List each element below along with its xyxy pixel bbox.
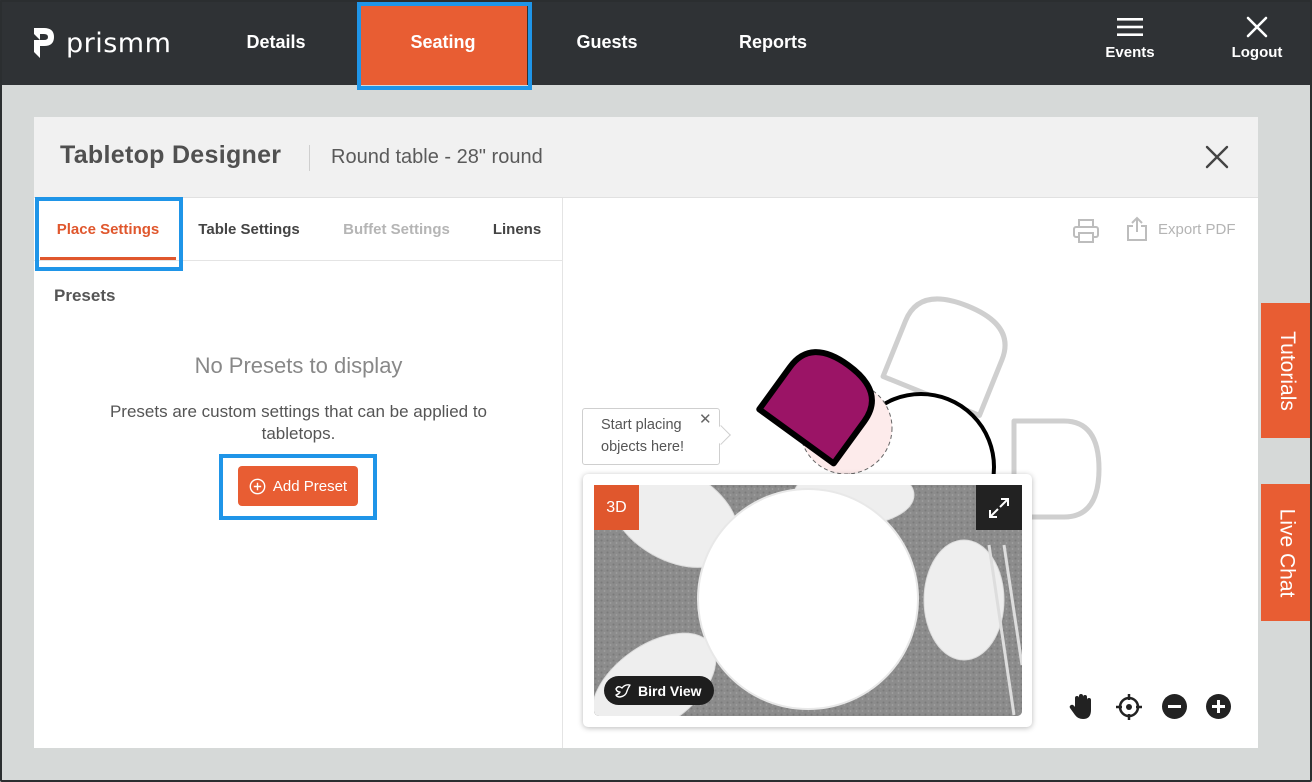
settings-tabs: Place Settings Table Settings Buffet Set… xyxy=(34,198,563,261)
tab-buffet-settings[interactable]: Buffet Settings xyxy=(329,198,464,261)
recenter-icon[interactable] xyxy=(1115,693,1143,721)
brand-logo[interactable]: prismm xyxy=(32,26,171,60)
events-button[interactable]: Events xyxy=(1090,16,1170,61)
tab-buffet-settings-label: Buffet Settings xyxy=(343,221,450,238)
events-label: Events xyxy=(1105,44,1155,61)
tab-table-settings-label: Table Settings xyxy=(198,221,300,238)
tabletop-designer-dialog: Tabletop Designer Round table - 28" roun… xyxy=(34,117,1258,748)
add-preset-label: Add Preset xyxy=(272,477,348,495)
nav-seating[interactable]: Seating xyxy=(359,0,527,85)
start-placing-tooltip: Start placing objects here! ✕ xyxy=(582,408,731,465)
tab-place-settings[interactable]: Place Settings xyxy=(40,198,176,261)
bird-view-label: Bird View xyxy=(638,682,702,699)
zoom-in-icon[interactable] xyxy=(1205,693,1232,720)
nav-reports-label: Reports xyxy=(738,32,807,52)
nav-reports[interactable]: Reports xyxy=(693,0,853,85)
live-chat-tab[interactable]: Live Chat xyxy=(1261,484,1312,621)
bird-view-button[interactable]: Bird View xyxy=(604,676,714,705)
dialog-subtitle: Round table - 28" round xyxy=(331,146,543,168)
top-navigation: prismm Details Seating Guests Reports Ev… xyxy=(0,0,1312,85)
close-icon xyxy=(1246,16,1268,38)
nav-details-label: Details xyxy=(246,32,306,52)
nav-guests[interactable]: Guests xyxy=(527,0,687,85)
pan-hand-icon[interactable] xyxy=(1068,693,1094,721)
dialog-title: Tabletop Designer xyxy=(60,141,282,169)
nav-seating-label: Seating xyxy=(410,32,476,52)
tutorials-label: Tutorials xyxy=(1275,330,1299,411)
add-preset-button[interactable]: Add Preset xyxy=(238,466,358,506)
nav-guests-label: Guests xyxy=(576,32,638,52)
prismm-logo-icon xyxy=(34,28,54,58)
tab-place-settings-label: Place Settings xyxy=(56,221,160,238)
logout-label: Logout xyxy=(1231,44,1283,61)
expand-button[interactable] xyxy=(976,485,1022,530)
tab-linens-label: Linens xyxy=(492,221,542,238)
tooltip-text: Start placing objects here! xyxy=(601,417,685,455)
active-tab-underline xyxy=(40,257,176,260)
hamburger-menu-icon xyxy=(1117,18,1143,36)
presets-heading: Presets xyxy=(54,286,116,305)
dialog-header: Tabletop Designer Round table - 28" roun… xyxy=(34,117,1258,198)
tutorials-tab[interactable]: Tutorials xyxy=(1261,303,1312,438)
empty-state-title: No Presets to display xyxy=(194,353,403,378)
design-canvas[interactable]: Export PDF Start placing objects here! ✕… xyxy=(564,198,1258,748)
tab-linens[interactable]: Linens xyxy=(482,198,552,261)
logout-button[interactable]: Logout xyxy=(1217,16,1297,61)
zoom-out-icon[interactable] xyxy=(1161,693,1188,720)
tab-table-settings[interactable]: Table Settings xyxy=(184,198,314,261)
plus-circle-icon xyxy=(249,478,266,494)
title-divider xyxy=(309,145,310,171)
bird-icon xyxy=(615,683,631,698)
preview-3d-panel: 3D Bird View xyxy=(583,474,1032,727)
dialog-close-icon[interactable] xyxy=(1204,144,1230,170)
tooltip-close-icon[interactable]: ✕ xyxy=(699,412,712,428)
brand-name: prismm xyxy=(66,27,172,59)
empty-state-description: Presets are custom settings that can be … xyxy=(109,402,488,443)
live-chat-label: Live Chat xyxy=(1275,508,1299,597)
badge-3d[interactable]: 3D xyxy=(594,485,639,530)
settings-panel: Place Settings Table Settings Buffet Set… xyxy=(34,198,563,748)
nav-details[interactable]: Details xyxy=(196,0,356,85)
expand-icon xyxy=(989,497,1009,518)
